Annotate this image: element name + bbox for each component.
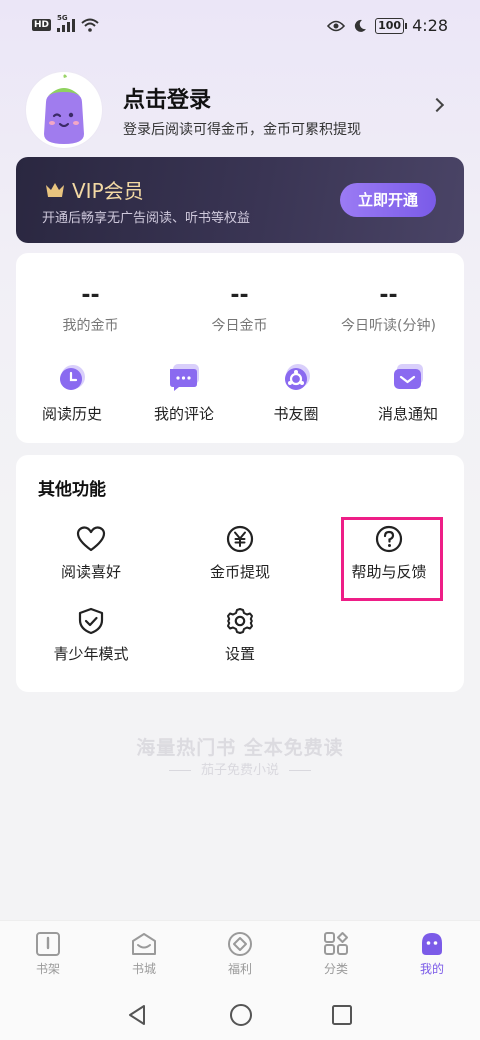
function-reading-preference[interactable]: 阅读喜好 bbox=[16, 525, 166, 582]
stats-card: -- 我的金币 -- 今日金币 -- 今日听读(分钟) 阅读历史 我的评论 书友… bbox=[16, 253, 464, 443]
status-left: HD 5G bbox=[32, 14, 99, 32]
function-teen-mode[interactable]: 青少年模式 bbox=[16, 607, 166, 664]
vip-banner[interactable]: VIP会员 开通后畅享无广告阅读、听书等权益 立即开通 bbox=[16, 157, 464, 243]
function-label: 阅读喜好 bbox=[60, 563, 121, 581]
quick-link-label: 阅读历史 bbox=[41, 405, 102, 423]
message-icon bbox=[391, 363, 425, 393]
recents-icon[interactable] bbox=[331, 1004, 353, 1026]
function-label: 金币提现 bbox=[209, 563, 270, 581]
tab-label: 书城 bbox=[131, 962, 156, 976]
slogan-sub: 茄子免费小说 bbox=[0, 759, 480, 778]
tab-bookshelf[interactable]: 书架 bbox=[0, 931, 96, 977]
avatar[interactable] bbox=[26, 72, 102, 148]
signal-icon: 5G bbox=[57, 14, 76, 32]
vip-title-row: VIP会员 bbox=[44, 175, 144, 204]
quick-link-book-circle[interactable]: 书友圈 bbox=[240, 363, 352, 424]
vip-open-button[interactable]: 立即开通 bbox=[340, 183, 436, 217]
circle-icon bbox=[279, 363, 313, 393]
gear-icon bbox=[227, 608, 253, 634]
function-coin-withdraw[interactable]: 金币提现 bbox=[165, 525, 315, 582]
help-feedback-highlight bbox=[341, 517, 443, 601]
tab-label: 分类 bbox=[323, 962, 348, 976]
stat-value: -- bbox=[379, 283, 398, 308]
stat-label: 今日听读(分钟) bbox=[341, 318, 436, 334]
hd-badge: HD bbox=[32, 19, 52, 31]
status-time: 4:28 bbox=[412, 16, 448, 35]
bookstore-icon bbox=[132, 933, 156, 955]
eye-icon bbox=[327, 20, 346, 31]
crown-icon bbox=[46, 182, 64, 197]
shield-check-icon bbox=[78, 607, 104, 635]
category-icon bbox=[324, 932, 348, 955]
quick-link-history[interactable]: 阅读历史 bbox=[16, 363, 128, 424]
quick-link-label: 书友圈 bbox=[273, 405, 319, 423]
yen-icon bbox=[226, 525, 254, 553]
battery-icon: 100 bbox=[375, 17, 408, 34]
network-label: 5G bbox=[57, 14, 68, 22]
tab-welfare[interactable]: 福利 bbox=[192, 931, 288, 977]
profile-icon bbox=[422, 933, 442, 955]
home-icon[interactable] bbox=[229, 1003, 253, 1027]
stat-value: -- bbox=[230, 283, 249, 308]
login-subtitle: 登录后阅读可得金币，金币可累积提现 bbox=[123, 122, 361, 138]
vip-subtitle: 开通后畅享无广告阅读、听书等权益 bbox=[42, 211, 251, 226]
divider bbox=[289, 770, 311, 771]
vip-title: VIP会员 bbox=[72, 179, 144, 203]
eggplant-mascot-icon bbox=[44, 74, 84, 144]
comment-icon bbox=[167, 363, 201, 393]
quick-link-label: 消息通知 bbox=[377, 405, 438, 423]
tab-label: 书架 bbox=[35, 962, 60, 976]
stat-label: 我的金币 bbox=[62, 318, 119, 334]
function-label: 设置 bbox=[224, 645, 255, 663]
stat-today-listen[interactable]: -- 今日听读(分钟) bbox=[314, 281, 463, 335]
login-header[interactable]: 点击登录 登录后阅读可得金币，金币可累积提现 bbox=[26, 72, 456, 152]
other-functions-title: 其他功能 bbox=[38, 480, 106, 500]
stat-my-coins[interactable]: -- 我的金币 bbox=[16, 281, 165, 335]
brand-name: 茄子免费小说 bbox=[200, 763, 279, 778]
bottom-tab-bar: 书架 书城 福利 分类 我的 bbox=[0, 920, 480, 990]
slogan: 海量热门书 全本免费读 bbox=[136, 737, 344, 759]
history-icon bbox=[55, 363, 89, 393]
divider bbox=[168, 770, 191, 771]
stat-value: -- bbox=[81, 283, 100, 308]
login-title[interactable]: 点击登录 bbox=[123, 82, 211, 114]
moon-icon bbox=[354, 19, 367, 32]
stat-today-coins[interactable]: -- 今日金币 bbox=[165, 281, 314, 335]
function-settings[interactable]: 设置 bbox=[165, 607, 315, 664]
quick-link-messages[interactable]: 消息通知 bbox=[352, 363, 464, 424]
tab-label: 福利 bbox=[227, 962, 252, 976]
welfare-icon bbox=[228, 932, 252, 956]
system-nav-bar bbox=[0, 990, 480, 1040]
wifi-icon bbox=[81, 18, 99, 32]
status-right: 100 4:28 bbox=[327, 16, 448, 35]
stat-label: 今日金币 bbox=[211, 318, 268, 334]
tab-category[interactable]: 分类 bbox=[288, 931, 384, 977]
chevron-right-icon[interactable] bbox=[429, 97, 445, 113]
status-bar: HD 5G 100 4:28 bbox=[0, 0, 480, 56]
tab-bookstore[interactable]: 书城 bbox=[96, 931, 192, 977]
quick-link-comments[interactable]: 我的评论 bbox=[128, 363, 240, 424]
tab-label: 我的 bbox=[419, 962, 444, 976]
function-label: 青少年模式 bbox=[53, 645, 129, 663]
bookshelf-icon bbox=[36, 932, 60, 956]
quick-link-label: 我的评论 bbox=[153, 405, 214, 423]
back-icon[interactable] bbox=[126, 1003, 148, 1027]
tab-mine[interactable]: 我的 bbox=[384, 931, 480, 977]
heart-icon bbox=[76, 526, 106, 552]
